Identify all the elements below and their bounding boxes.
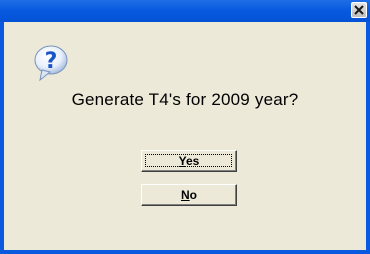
svg-text:?: ? — [45, 49, 58, 74]
title-bar[interactable] — [0, 0, 370, 23]
no-button[interactable]: No — [141, 184, 237, 206]
yes-button-label: Yes — [178, 154, 200, 168]
dialog-message: Generate T4's for 2009 year? — [71, 90, 299, 109]
close-button[interactable] — [351, 2, 367, 18]
close-icon — [354, 5, 364, 15]
no-button-label: No — [180, 188, 197, 202]
question-icon: ? — [34, 45, 68, 82]
dialog-body: ? Generate T4's for 2009 year? Yes No — [0, 22, 370, 254]
dialog-window: ? Generate T4's for 2009 year? Yes No — [0, 0, 370, 254]
yes-button[interactable]: Yes — [141, 150, 237, 172]
